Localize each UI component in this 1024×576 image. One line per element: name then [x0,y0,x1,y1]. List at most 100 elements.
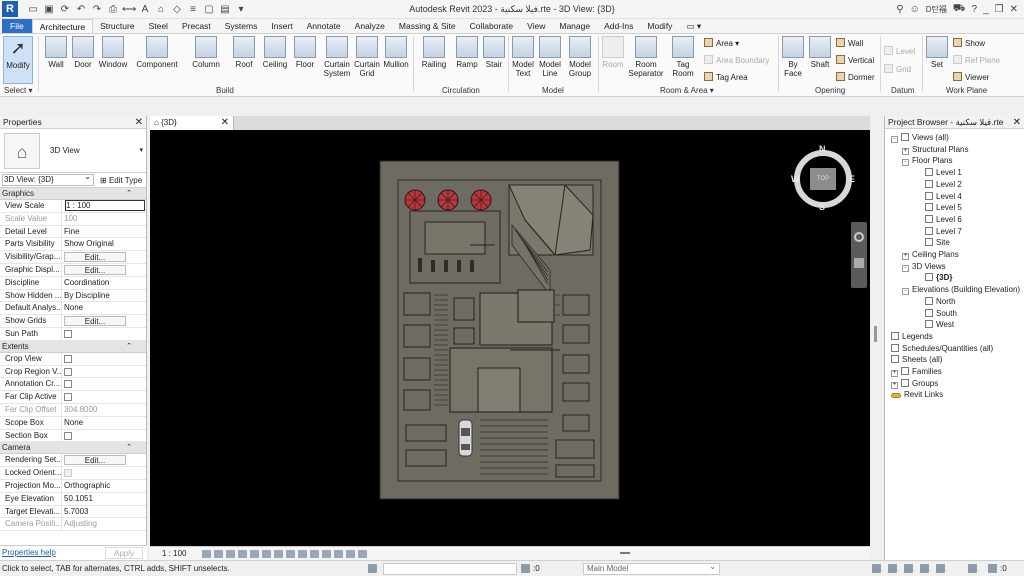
property-checkbox[interactable] [64,393,72,402]
property-value[interactable]: None [62,417,146,429]
type-selector[interactable]: ⌂ 3D View ▾ [0,129,146,173]
edit-type-button[interactable]: ⊞ Edit Type [100,176,142,185]
tab-precast[interactable]: Precast [175,19,218,33]
wall-button[interactable]: Wall [43,36,69,69]
property-checkbox[interactable] [64,380,72,389]
tab-add-ins[interactable]: Add-Ins [597,19,640,33]
property-value[interactable] [62,430,146,442]
user-icon[interactable]: ☺ [910,4,920,15]
measure-icon[interactable]: ⟷ [122,3,136,16]
floor-button[interactable]: Floor [292,36,318,69]
minimize-button[interactable]: _ [983,4,989,15]
revit-logo[interactable]: R [2,1,18,17]
curtain-system-button[interactable]: Curtain System [322,36,352,78]
area-button[interactable]: Area ▾ [704,38,739,48]
close-hidden-icon[interactable]: ▢ [202,3,216,16]
area-boundary-button[interactable]: Area Boundary [704,55,769,65]
browser-item-site[interactable]: Site [925,237,950,248]
compass-west[interactable]: W [791,174,800,184]
select-pinned-icon[interactable] [904,564,913,573]
close-browser-icon[interactable]: ✕ [1013,116,1021,129]
close-button[interactable]: ✕ [1010,4,1018,15]
collapse-icon[interactable]: - [891,136,898,143]
tab-structure[interactable]: Structure [93,19,142,33]
render-icon[interactable] [250,549,260,558]
collapse-icon[interactable]: - [902,159,909,167]
analysis-icon[interactable] [334,549,344,558]
scrollbar-thumb[interactable] [874,326,877,342]
edit-button[interactable]: Edit... [64,316,126,327]
highlight-icon[interactable] [346,549,356,558]
browser-item-groups[interactable]: + Groups [891,378,938,389]
wall-opening-button[interactable]: Wall [836,38,863,48]
grid-button[interactable]: Grid [884,64,911,74]
expand-icon[interactable]: + [902,147,909,155]
view-scrollbar[interactable] [870,130,883,546]
instance-filter-select[interactable]: 3D View: {3D} [2,172,94,186]
property-value[interactable]: Edit... [62,315,146,327]
shadows-icon[interactable] [238,549,248,558]
user-name[interactable]: D탄福 [926,4,947,15]
property-value[interactable]: Coordination [62,277,146,289]
crop-view-icon[interactable] [262,549,272,558]
tab-insert[interactable]: Insert [264,19,299,33]
compass-south[interactable]: S [819,202,825,212]
binoculars-icon[interactable]: ⚲ [896,4,903,15]
property-value[interactable] [62,467,146,479]
viewcube-top-face[interactable]: TOP [810,168,836,190]
resize-handle[interactable] [620,552,630,554]
property-value[interactable]: 5.7003 [62,506,146,518]
property-value[interactable]: 304.8000 [62,404,146,416]
visual-style-icon[interactable] [214,549,224,558]
active-workset-field[interactable] [383,563,517,575]
panel-room-area[interactable]: Room & Area ▾ [660,86,714,95]
tab-view[interactable]: View [520,19,552,33]
close-properties-icon[interactable]: ✕ [135,116,143,129]
property-checkbox[interactable] [64,354,72,363]
property-value[interactable]: Show Original [62,238,146,250]
browser-item-level-6[interactable]: Level 6 [925,214,962,225]
component-button[interactable]: Component [134,36,180,69]
vertical-opening-button[interactable]: Vertical [836,55,874,65]
tab-steel[interactable]: Steel [142,19,175,33]
viewcube[interactable]: TOP N S E W [790,144,856,212]
constraints-icon[interactable] [358,549,368,558]
select-by-face-icon[interactable] [920,564,929,573]
tab-systems[interactable]: Systems [218,19,265,33]
lock-view-icon[interactable] [286,549,296,558]
property-value[interactable] [62,328,146,340]
tab-analyze[interactable]: Analyze [348,19,392,33]
browser-item-south[interactable]: South [925,308,957,319]
property-checkbox[interactable] [64,431,72,440]
tab-massing-site[interactable]: Massing & Site [392,19,463,33]
property-value[interactable]: 50.1051 [62,493,146,505]
stair-button[interactable]: Stair [481,36,507,69]
thin-lines-icon[interactable]: ≡ [186,3,200,16]
browser-item-views-all[interactable]: - Views (all) [891,132,949,143]
by-face-button[interactable]: By Face [780,36,806,78]
collapse-icon[interactable]: - [902,288,909,296]
group-extents[interactable]: Extents ⌃ [0,340,146,353]
panel-select[interactable]: Select ▾ [4,86,32,95]
temporary-hide-icon[interactable] [298,549,308,558]
property-value[interactable]: Edit... [62,264,146,276]
browser-item-revit-links[interactable]: Revit Links [891,389,943,400]
expand-icon[interactable]: + [891,381,898,389]
browser-item-legends[interactable]: Legends [891,331,933,342]
property-value[interactable]: Fine [62,226,146,238]
worksharing-icon[interactable] [322,549,332,558]
property-value[interactable] [62,366,146,378]
property-value[interactable]: 100 [62,213,146,225]
type-dropdown-icon[interactable]: ▾ [139,146,143,154]
room-button[interactable]: Room [600,36,626,69]
collapse-icon[interactable]: ⌃ [126,442,132,454]
property-value[interactable]: None [62,302,146,314]
browser-item-schedules-quantities-all[interactable]: Schedules/Quantities (all) [891,343,993,354]
drag-elements-icon[interactable] [936,564,945,573]
browser-item-level-1[interactable]: Level 1 [925,167,962,178]
background-processes-icon[interactable] [968,564,977,573]
browser-item-structural-plans[interactable]: + Structural Plans [902,144,968,155]
model-group-button[interactable]: Model Group [565,36,595,78]
select-links-icon[interactable] [872,564,881,573]
default-3d-view-icon[interactable]: ⌂ [154,3,168,16]
